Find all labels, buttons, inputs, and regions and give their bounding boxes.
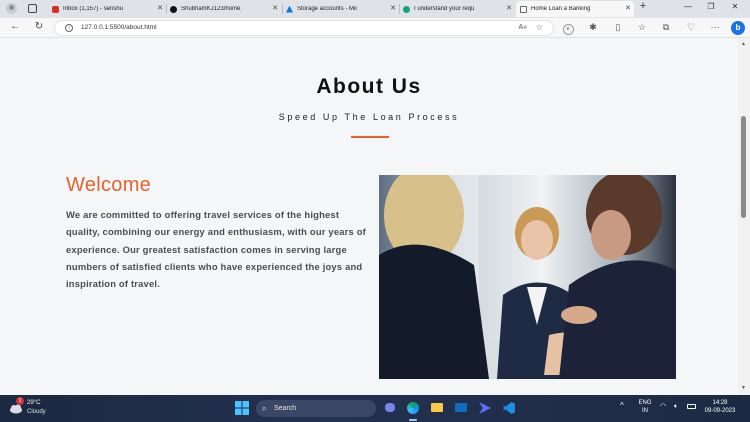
close-icon[interactable]: ✕ (390, 4, 396, 12)
scroll-up-icon[interactable]: ▲ (741, 41, 746, 47)
cloud-shape-icon (10, 404, 22, 414)
scroll-down-icon[interactable]: ▼ (741, 385, 746, 391)
battery-icon[interactable] (687, 404, 696, 409)
extension-badge-icon[interactable]: e (561, 22, 575, 35)
clock[interactable]: 14:28 09-09-2023 (703, 399, 737, 415)
close-icon[interactable]: ✕ (625, 4, 631, 12)
power-automate-icon[interactable] (477, 400, 493, 416)
welcome-paragraph: We are committed to offering travel serv… (66, 209, 366, 290)
page-content: About Us Speed Up The Loan Process Welco… (0, 38, 738, 395)
volume-icon[interactable]: 🔈︎ (674, 403, 678, 411)
tab-azure-label: Storage accounts - Microsoft (297, 6, 357, 12)
browser-essentials-icon[interactable]: ♡ (684, 22, 698, 33)
url-text: 127.0.0.1:5500/about.html (81, 24, 157, 31)
windows-start-icon[interactable] (234, 400, 250, 416)
extension-circle-icon: e (562, 24, 574, 35)
tab-chatgpt[interactable]: I understand your request. I ✕ (399, 1, 515, 17)
edge-icon[interactable] (405, 400, 421, 416)
profile-avatar[interactable] (6, 3, 17, 14)
mail-icon[interactable] (453, 400, 469, 416)
tab-home-loan[interactable]: Home Loan a Banking ✕ (516, 1, 634, 17)
folder-icon (431, 403, 443, 412)
split-screen-icon[interactable]: ▯ (611, 22, 625, 33)
minimize-icon[interactable]: — (681, 2, 695, 11)
window-close-icon[interactable]: ✕ (728, 2, 742, 11)
collections-icon[interactable]: ⧉ (659, 22, 673, 33)
tab-github-label: ShubhamKJ123/home_loan (181, 6, 241, 12)
weather-description: Cloudy (27, 409, 46, 415)
welcome-heading: Welcome (66, 174, 152, 196)
clock-date: 09-09-2023 (704, 408, 736, 414)
meeting-photo-illustration (379, 175, 676, 379)
meet-bubble-icon (385, 403, 395, 412)
tab-gmail[interactable]: Inbox (1,157) - senshubham ✕ (48, 1, 166, 17)
favorites-icon[interactable]: ☆ (635, 22, 649, 33)
meeting-photo (379, 175, 676, 379)
weather-temperature: 29°C (27, 400, 41, 406)
edge-swirl-icon (407, 402, 419, 414)
search-icon: ⌕ (262, 404, 267, 413)
tab-gmail-label: Inbox (1,157) - senshubham (63, 6, 123, 12)
restore-icon[interactable]: ❐ (704, 2, 718, 11)
scroll-thumb[interactable] (741, 116, 746, 218)
new-tab-icon[interactable]: + (636, 0, 650, 12)
battery-shape-icon (687, 404, 696, 409)
azure-icon (286, 5, 293, 13)
page-title: About Us (316, 75, 422, 98)
vscode-icon[interactable] (501, 400, 517, 416)
envelope-icon (455, 403, 467, 412)
gmail-icon (52, 5, 59, 13)
extensions-icon[interactable]: ✱ (586, 22, 600, 33)
windows-taskbar: 1 29°C Cloudy ⌕ Search ^ ENG IN ◠ 🔈︎ 14:… (0, 395, 750, 422)
language-code: ENG (638, 400, 652, 406)
browser-tab-bar: Inbox (1,157) - senshubham ✕ ShubhamKJ12… (0, 0, 750, 18)
vscode-logo-icon (503, 402, 515, 414)
page-icon (520, 5, 527, 13)
active-app-indicator (409, 419, 417, 421)
tab-github[interactable]: ShubhamKJ123/home_loan ✕ (166, 1, 281, 17)
avatar-head-icon (9, 5, 14, 10)
close-icon[interactable]: ✕ (157, 4, 163, 12)
more-menu-icon[interactable]: ⋯ (708, 22, 722, 33)
close-icon[interactable]: ✕ (506, 4, 512, 12)
page-scrollbar[interactable]: ▲ ▼ (738, 38, 750, 395)
tray-chevron-icon[interactable]: ^ (620, 402, 624, 410)
tab-actions-icon[interactable] (28, 4, 37, 13)
windows-logo-icon (235, 401, 249, 415)
bing-copilot-icon[interactable]: b (731, 21, 745, 35)
taskbar-search[interactable]: ⌕ Search (256, 400, 376, 417)
wifi-icon[interactable]: ◠ (660, 403, 666, 411)
language-indicator[interactable]: ENG IN (636, 399, 654, 415)
page-subtitle: Speed Up The Loan Process (278, 112, 460, 122)
file-explorer-icon[interactable] (429, 400, 445, 416)
language-region: IN (642, 408, 648, 414)
tab-chatgpt-label: I understand your request. I (414, 6, 474, 12)
address-toolbar: ← ↻ i 127.0.0.1:5500/about.html A» ☆ e ✱… (0, 18, 750, 38)
chatgpt-icon (403, 5, 410, 13)
favorite-star-icon[interactable]: ☆ (536, 21, 543, 35)
title-divider (351, 136, 389, 138)
url-field[interactable]: i 127.0.0.1:5500/about.html A» ☆ (54, 20, 554, 36)
read-aloud-icon[interactable]: A» (518, 21, 527, 35)
site-info-icon[interactable]: i (65, 24, 73, 32)
back-arrow-icon[interactable]: ← (8, 21, 22, 32)
automate-arrow-icon (479, 402, 491, 414)
github-icon (170, 5, 177, 13)
close-icon[interactable]: ✕ (272, 4, 278, 12)
meet-now-icon[interactable] (382, 400, 398, 416)
weather-alert-badge: 1 (16, 397, 24, 405)
refresh-icon[interactable]: ↻ (32, 21, 46, 32)
taskbar-search-label: Search (274, 405, 297, 412)
tab-home-loan-label: Home Loan a Banking (531, 6, 591, 12)
tab-azure[interactable]: Storage accounts - Microsoft ✕ (282, 1, 399, 17)
clock-time: 14:28 (712, 400, 728, 406)
